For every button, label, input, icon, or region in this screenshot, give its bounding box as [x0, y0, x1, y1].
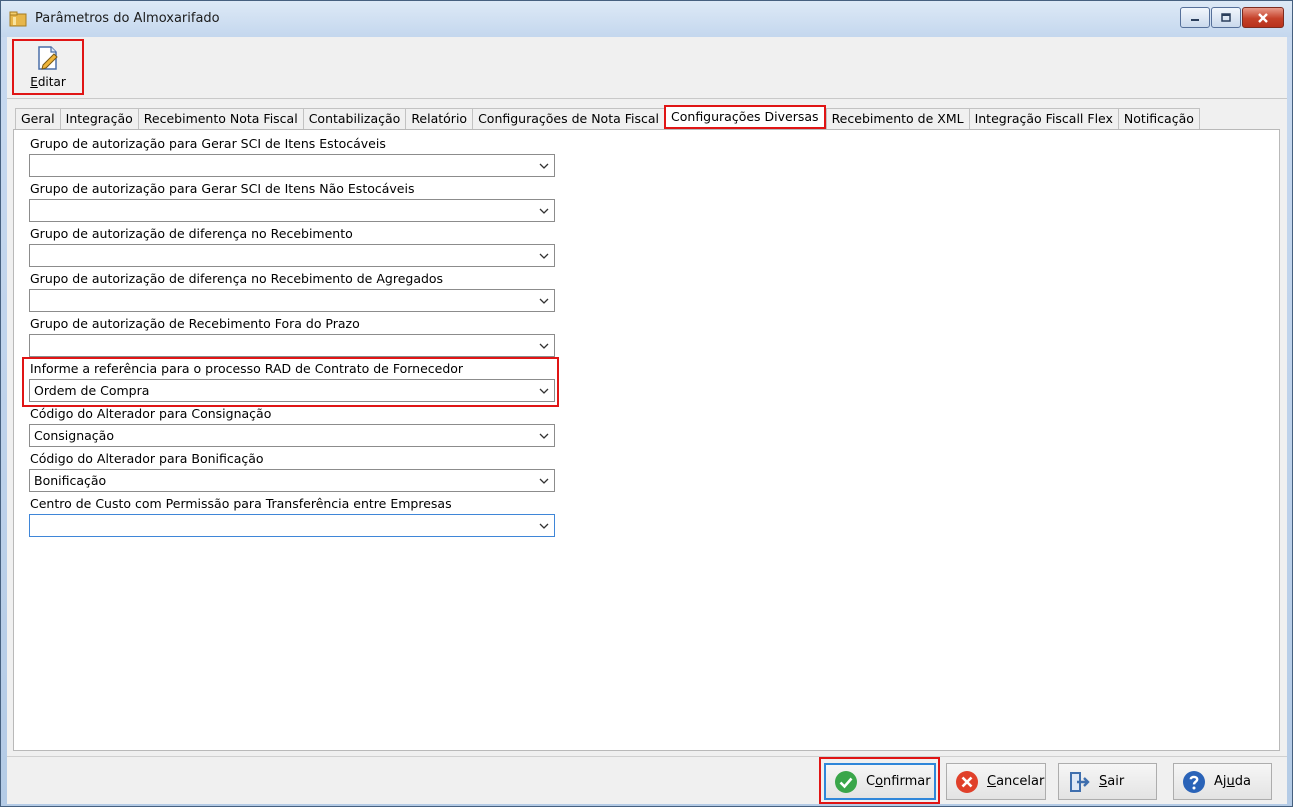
footer: Confirmar Cancelar Sair Ajuda [7, 756, 1287, 804]
tab-contabilizacao[interactable]: Contabilização [302, 108, 406, 129]
chevron-down-icon [539, 433, 549, 439]
chevron-down-icon [539, 253, 549, 259]
edit-document-icon [38, 46, 58, 70]
tab-geral[interactable]: Geral [15, 108, 60, 129]
chevron-down-icon [539, 343, 549, 349]
field-label: Grupo de autorização de Recebimento Fora… [30, 316, 360, 331]
cancel-label-post: ancelar [996, 774, 1045, 789]
question-circle-icon [1183, 770, 1205, 793]
close-icon [1258, 12, 1268, 23]
cancel-accel: C [987, 774, 997, 789]
help-accel: u [1226, 774, 1235, 789]
tab-integracao-fiscall-flex[interactable]: Integração Fiscall Flex [968, 108, 1118, 129]
confirm-label-post: nfirmar [883, 774, 931, 789]
window-controls [1179, 7, 1284, 29]
autorizacao-diferenca-recebimento-select[interactable] [29, 244, 555, 267]
exit-door-icon [1070, 771, 1090, 792]
field-label: Código do Alterador para Consignação [30, 406, 272, 421]
x-circle-icon [956, 770, 978, 793]
help-button[interactable]: Ajuda [1173, 763, 1272, 800]
tab-configuracoes-nota-fiscal[interactable]: Configurações de Nota Fiscal [472, 108, 665, 129]
tab-configuracoes-diversas[interactable]: Configurações Diversas [664, 105, 826, 129]
help-label-post: da [1234, 774, 1251, 789]
exit-label: Sair [1099, 774, 1124, 789]
client-area: Editar Geral Integração Recebimento Nota… [7, 37, 1287, 804]
help-label: Ajuda [1214, 774, 1251, 789]
cancel-label: Cancelar [987, 774, 1044, 789]
edit-accel: E [30, 75, 38, 89]
tab-panel: Grupo de autorização para Gerar SCI de I… [13, 129, 1280, 751]
field-label: Grupo de autorização para Gerar SCI de I… [30, 181, 415, 196]
tab-notificacao[interactable]: Notificação [1117, 108, 1200, 129]
combo-value: Consignação [34, 428, 114, 443]
field-label: Grupo de autorização de diferença no Rec… [30, 226, 353, 241]
close-button[interactable] [1242, 7, 1284, 28]
chevron-down-icon [539, 478, 549, 484]
cancel-button[interactable]: Cancelar [946, 763, 1046, 800]
chevron-down-icon [539, 298, 549, 304]
chevron-down-icon [539, 388, 549, 394]
field-label: Centro de Custo com Permissão para Trans… [30, 496, 452, 511]
confirm-label: Confirmar [866, 774, 931, 789]
edit-label-rest: ditar [37, 75, 66, 89]
toolbar: Editar [7, 37, 1287, 99]
confirm-label-pre: C [866, 774, 876, 789]
autorizacao-fora-prazo-select[interactable] [29, 334, 555, 357]
combo-value: Bonificação [34, 473, 107, 488]
autorizacao-sci-estocaveis-select[interactable] [29, 154, 555, 177]
folder-icon [9, 11, 27, 27]
centro-custo-transferencia-select[interactable] [29, 514, 555, 537]
autorizacao-sci-nao-estocaveis-select[interactable] [29, 199, 555, 222]
chevron-down-icon [539, 523, 549, 529]
field-label: Informe a referência para o processo RAD… [30, 361, 464, 376]
tab-strip: Geral Integração Recebimento Nota Fiscal… [15, 105, 1279, 129]
window-title: Parâmetros do Almoxarifado [35, 11, 220, 26]
tab-recebimento-nota-fiscal[interactable]: Recebimento Nota Fiscal [137, 108, 303, 129]
edit-button[interactable]: Editar [12, 39, 84, 95]
combo-value: Ordem de Compra [34, 383, 150, 398]
referencia-rad-contrato-select[interactable]: Ordem de Compra [29, 379, 555, 402]
alterador-bonificacao-select[interactable]: Bonificação [29, 469, 555, 492]
exit-button[interactable]: Sair [1058, 763, 1157, 800]
confirm-button[interactable]: Confirmar [824, 763, 936, 800]
help-label-pre: Aj [1214, 774, 1227, 789]
chevron-down-icon [539, 208, 549, 214]
title-bar[interactable]: Parâmetros do Almoxarifado [1, 1, 1292, 37]
edit-label: Editar [14, 75, 82, 89]
minimize-button[interactable] [1180, 7, 1210, 28]
field-label: Grupo de autorização para Gerar SCI de I… [30, 136, 386, 151]
chevron-down-icon [539, 163, 549, 169]
tab-recebimento-xml[interactable]: Recebimento de XML [825, 108, 969, 129]
maximize-icon [1221, 12, 1231, 22]
field-label: Grupo de autorização de diferença no Rec… [30, 271, 444, 286]
alterador-consignacao-select[interactable]: Consignação [29, 424, 555, 447]
tab-relatorio[interactable]: Relatório [405, 108, 473, 129]
minimize-icon [1191, 18, 1199, 21]
autorizacao-diferenca-agregados-select[interactable] [29, 289, 555, 312]
exit-label-post: air [1107, 774, 1125, 789]
confirm-accel: o [875, 774, 884, 789]
tab-integracao[interactable]: Integração [59, 108, 138, 129]
check-circle-icon [835, 770, 857, 793]
field-label: Código do Alterador para Bonificação [30, 451, 264, 466]
window: Parâmetros do Almoxarifado Editar Geral … [0, 0, 1293, 807]
maximize-button[interactable] [1211, 7, 1241, 28]
